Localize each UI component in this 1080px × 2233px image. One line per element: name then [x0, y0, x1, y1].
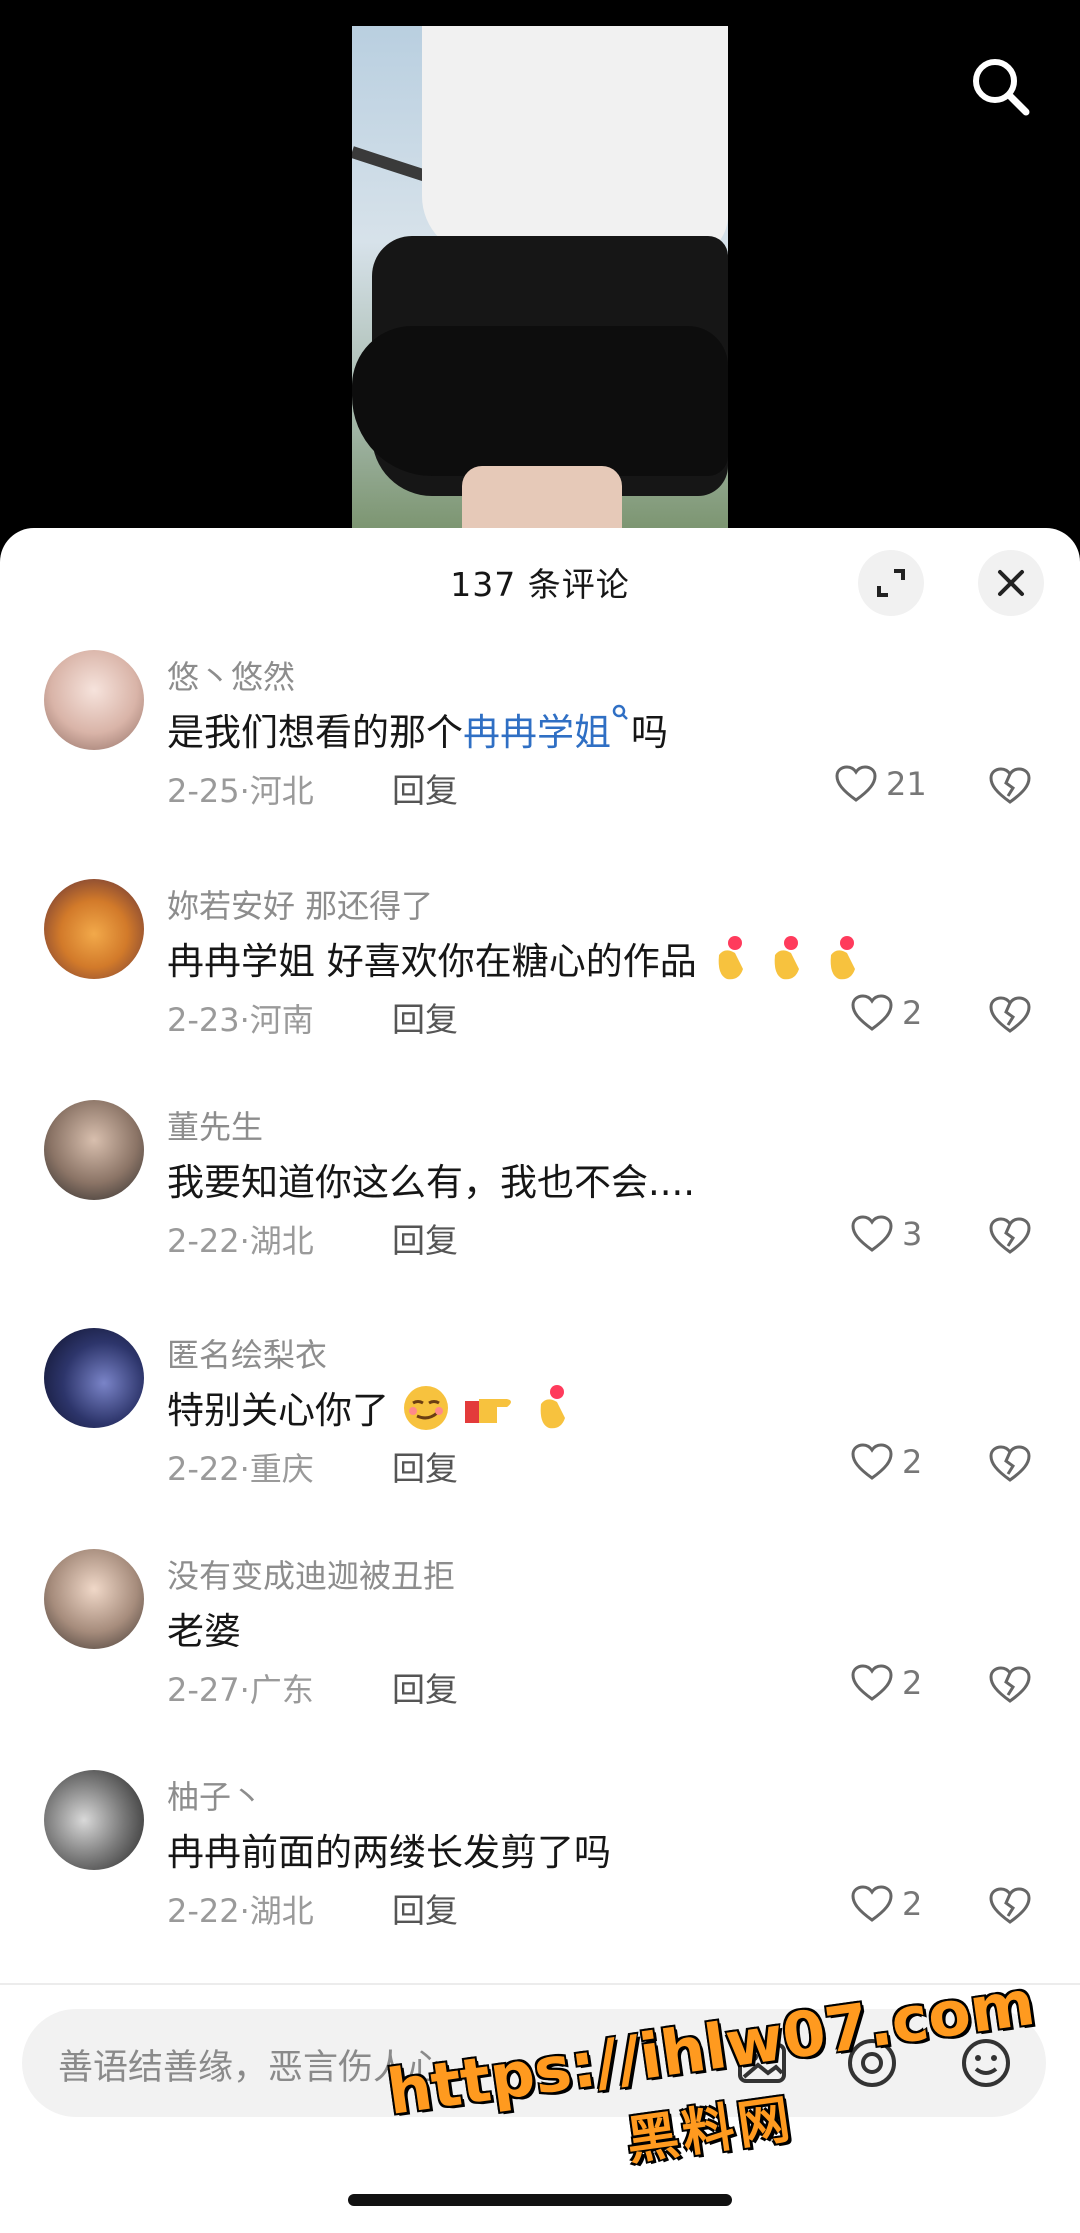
avatar[interactable] [44, 1549, 144, 1649]
video-thumbnail[interactable] [352, 26, 728, 566]
like-button[interactable]: 3 [850, 1212, 922, 1256]
comment-text: 是我们想看的那个冉冉学姐吗 [167, 702, 668, 756]
heart-icon [851, 1215, 893, 1252]
smirk-emoji [401, 1383, 451, 1442]
broken-heart-icon [989, 1887, 1031, 1924]
reply-button[interactable]: 回复 [392, 1663, 458, 1711]
comment-sheet: 137 条评论 悠丶悠然 是我们想看的那个冉冉学姐吗 2-25·河北 回复 21… [0, 528, 1080, 2233]
comment-text-part: 是我们想看的那个 [167, 711, 463, 754]
close-button[interactable] [978, 550, 1044, 616]
like-count: 2 [902, 994, 923, 1032]
comment-meta: 2-23·河南 [167, 1001, 314, 1039]
like-count: 2 [902, 1885, 923, 1923]
dislike-button[interactable] [988, 1884, 1032, 1928]
dislike-button[interactable] [988, 764, 1032, 808]
home-indicator[interactable] [348, 2194, 732, 2206]
comment-username[interactable]: 没有变成迪迦被丑拒 [167, 1551, 455, 1597]
like-button[interactable]: 2 [850, 1661, 922, 1705]
reply-button[interactable]: 回复 [392, 993, 458, 1041]
reply-button[interactable]: 回复 [392, 1884, 458, 1932]
comment-item: 妳若安好 那还得了 冉冉学姐 好喜欢你在糖心的作品 2-23·河南 回复 2 [0, 873, 1080, 1073]
comment-meta: 2-22·湖北 [167, 1892, 314, 1930]
comment-meta: 2-27·广东 [167, 1671, 314, 1709]
heart-icon [851, 994, 893, 1031]
close-icon [998, 570, 1024, 596]
broken-heart-icon [989, 1445, 1031, 1482]
finger-heart-emoji [765, 935, 809, 992]
comment-item: 没有变成迪迦被丑拒 老婆 2-27·广东 回复 2 [0, 1543, 1080, 1743]
dislike-button[interactable] [988, 1214, 1032, 1258]
comment-item: 悠丶悠然 是我们想看的那个冉冉学姐吗 2-25·河北 回复 21 [0, 644, 1080, 844]
dislike-button[interactable] [988, 993, 1032, 1037]
shirt-shape [422, 26, 728, 256]
like-button[interactable]: 21 [834, 762, 927, 806]
comment-meta: 2-22·重庆 [167, 1450, 314, 1488]
comment-item: 匿名绘梨衣 特别关心你了 2-22·重庆 回复 2 [0, 1322, 1080, 1522]
like-button[interactable]: 2 [850, 991, 922, 1035]
pointing-emoji [463, 1383, 519, 1442]
video-player[interactable] [0, 0, 1080, 566]
avatar[interactable] [44, 650, 144, 750]
like-count: 3 [902, 1215, 923, 1253]
comment-text: 冉冉学姐 好喜欢你在糖心的作品 [167, 931, 865, 992]
comment-meta: 2-25·河北 [167, 772, 314, 810]
comment-text: 我要知道你这么有，我也不会.... [167, 1161, 696, 1204]
like-count: 21 [886, 765, 927, 803]
broken-heart-icon [989, 996, 1031, 1033]
comment-text: 特别关心你了 [167, 1380, 575, 1442]
reply-button[interactable]: 回复 [392, 764, 458, 812]
skirt-hem-shape [352, 326, 728, 476]
comment-username[interactable]: 悠丶悠然 [167, 652, 295, 698]
comment-item: 柚子丶 冉冉前面的两缕长发剪了吗 2-22·湖北 回复 2 [0, 1764, 1080, 1964]
heart-icon [835, 765, 877, 802]
comment-username[interactable]: 匿名绘梨衣 [167, 1330, 327, 1376]
finger-heart-emoji [531, 1384, 575, 1441]
reply-button[interactable]: 回复 [392, 1214, 458, 1262]
expand-icon [877, 569, 905, 597]
like-count: 2 [902, 1443, 923, 1481]
like-button[interactable]: 2 [850, 1882, 922, 1926]
comment-text-part: 吗 [631, 711, 668, 754]
broken-heart-icon [989, 1666, 1031, 1703]
avatar[interactable] [44, 1100, 144, 1200]
comment-text: 老婆 [167, 1610, 241, 1653]
comment-username[interactable]: 妳若安好 那还得了 [167, 881, 433, 927]
search-icon[interactable] [966, 52, 1036, 122]
finger-heart-emoji [709, 935, 753, 992]
avatar[interactable] [44, 1328, 144, 1428]
like-count: 2 [902, 1664, 923, 1702]
broken-heart-icon [989, 767, 1031, 804]
search-link[interactable]: 冉冉学姐 [463, 711, 611, 754]
heart-icon [851, 1664, 893, 1701]
finger-heart-emoji [821, 935, 865, 992]
comment-username[interactable]: 柚子丶 [167, 1772, 263, 1818]
broken-heart-icon [989, 1217, 1031, 1254]
heart-icon [851, 1885, 893, 1922]
expand-button[interactable] [858, 550, 924, 616]
comment-username[interactable]: 董先生 [167, 1102, 263, 1148]
search-small-icon [612, 704, 628, 720]
comment-item: 董先生 我要知道你这么有，我也不会.... 2-22·湖北 回复 3 [0, 1094, 1080, 1294]
avatar[interactable] [44, 1770, 144, 1870]
comment-text: 冉冉前面的两缕长发剪了吗 [167, 1831, 611, 1874]
heart-icon [851, 1443, 893, 1480]
dislike-button[interactable] [988, 1442, 1032, 1486]
avatar[interactable] [44, 879, 144, 979]
like-button[interactable]: 2 [850, 1440, 922, 1484]
dislike-button[interactable] [988, 1663, 1032, 1707]
comment-meta: 2-22·湖北 [167, 1222, 314, 1260]
reply-button[interactable]: 回复 [392, 1442, 458, 1490]
